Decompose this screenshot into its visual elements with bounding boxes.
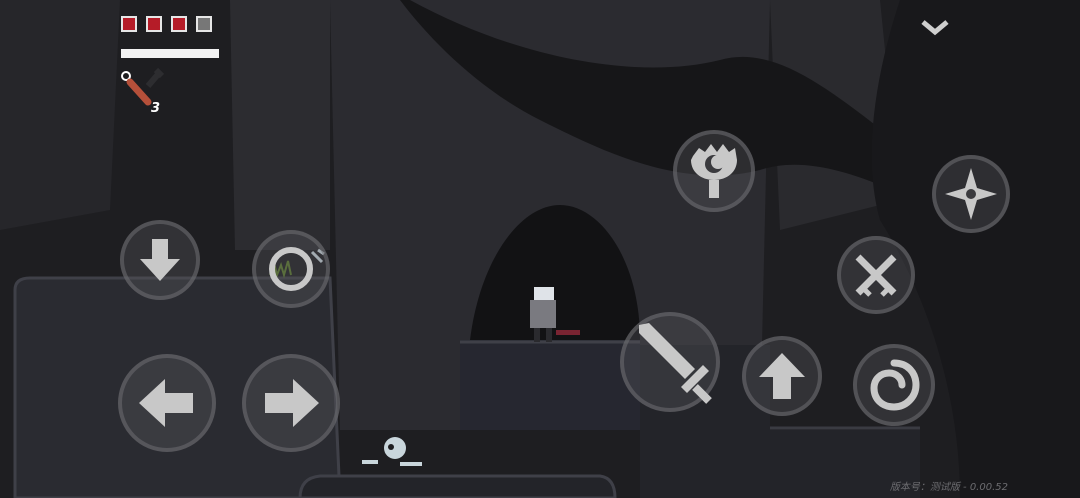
stamina-bar <box>121 49 219 58</box>
health-pip-full <box>171 16 187 32</box>
move-right-button[interactable] <box>242 354 340 452</box>
move-down-button[interactable] <box>120 220 200 300</box>
version-label: 版本号：测试版 - 0.00.52 <box>889 482 1008 493</box>
attack-button[interactable] <box>620 312 720 412</box>
shuriken-icon <box>945 168 997 220</box>
torch-bomb-icon <box>118 67 174 108</box>
sword-icon <box>639 323 712 404</box>
spiral-icon <box>870 359 920 411</box>
jump-button[interactable] <box>742 336 822 416</box>
arrow-down-icon <box>140 239 180 281</box>
interact-button[interactable] <box>252 230 330 308</box>
moon-shield-icon <box>691 144 737 198</box>
arrow-left-icon <box>139 379 193 427</box>
arrow-right-icon <box>265 379 319 427</box>
ledge-center <box>460 340 640 430</box>
ring-icon <box>269 247 313 291</box>
crossed-swords-icon <box>855 254 897 297</box>
move-left-button[interactable] <box>118 354 216 452</box>
throw-button[interactable] <box>932 155 1010 233</box>
ground-bottom <box>298 474 617 498</box>
health-pip-empty <box>196 16 212 32</box>
chevron-down-icon[interactable] <box>920 18 950 38</box>
parry-button[interactable] <box>837 236 915 314</box>
health-pip-full <box>121 16 137 32</box>
dash-button[interactable] <box>853 344 935 426</box>
skill-button[interactable] <box>673 130 755 212</box>
item-count: 3 <box>151 101 161 116</box>
game-screen: 3 版本号：测试版 - 0.00.52 <box>0 0 1080 498</box>
arrow-up-icon <box>759 353 805 399</box>
tree-trunk <box>230 0 330 250</box>
health-bar <box>0 0 230 40</box>
health-pip-full <box>146 16 162 32</box>
